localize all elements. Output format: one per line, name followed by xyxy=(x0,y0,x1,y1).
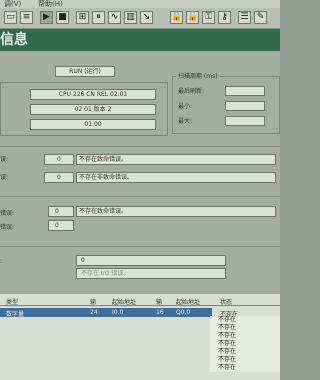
program-status-icon[interactable]: ⊞ xyxy=(76,11,89,24)
read-icon[interactable]: ☰ xyxy=(238,11,251,24)
header-status: 状态 xyxy=(220,299,233,306)
divider xyxy=(0,146,280,147)
scan-min-field xyxy=(225,101,265,111)
pause-icon[interactable]: ⏸ xyxy=(92,11,105,24)
header-input-size: 输 xyxy=(90,299,97,306)
page-title-bar: 信息 xyxy=(0,29,280,51)
nonfatal-error-message: 不存在非致命错误。 xyxy=(76,172,276,183)
stop-icon[interactable]: ■ xyxy=(56,11,69,24)
scan-last-label: 最后刷新: xyxy=(178,88,205,95)
last-fatal-label: 错误: xyxy=(0,210,15,217)
write-icon[interactable]: ✎ xyxy=(254,11,267,24)
lock-icon[interactable]: 🔒 xyxy=(170,11,183,24)
status-cell: 不存在 xyxy=(210,324,280,332)
total-fatal-label: 错误: xyxy=(0,224,15,231)
scan-min-label: 最小: xyxy=(178,103,193,110)
chart-icon[interactable]: ▥ xyxy=(124,11,137,24)
window-icon[interactable]: ▭ xyxy=(4,11,17,24)
menu-item-debug[interactable]: 调(V) xyxy=(4,0,21,8)
run-mode-field: RUN (运行) xyxy=(55,66,115,77)
status-cell: 不存在 xyxy=(210,364,280,372)
nonfatal-error-label: 误: xyxy=(0,174,9,181)
status-cell: 不存在 xyxy=(210,316,280,324)
header-output-address: 起始地址 xyxy=(176,299,201,306)
io-error-label: : xyxy=(0,258,3,265)
scan-cycle-title: 扫描周期 (ms) xyxy=(176,73,220,81)
io-error-message: 不存在 I/O 错误。 xyxy=(76,268,226,279)
trend-icon[interactable]: ∿ xyxy=(108,11,121,24)
step-icon[interactable]: ↘ xyxy=(140,11,153,24)
io-error-count: 0 xyxy=(76,255,226,266)
list-icon[interactable]: ≡ xyxy=(20,11,33,24)
last-fatal-count: 0 xyxy=(48,206,74,217)
cell-output-address: Q0.0 xyxy=(176,309,191,316)
status-column: 不存在 不存在 不存在 不存在 不存在 不存在 不存在 xyxy=(210,316,280,372)
cpu-model-field: CPU 226 CN REL 02.01 xyxy=(30,89,156,100)
toolbar: ▭ ≡ ▶ ■ ⊞ ⏸ ∿ ▥ ↘ 🔒 🔓 ⚿ ⚷ ☰ ✎ xyxy=(0,8,280,29)
last-fatal-message: 不存在致命错误。 xyxy=(76,206,276,217)
scan-max-label: 最大: xyxy=(178,118,193,125)
cell-input-address: I0.0 xyxy=(112,309,124,316)
status-cell: 不存在 xyxy=(210,332,280,340)
cell-type: 数字量 xyxy=(6,311,25,318)
cpu-subversion-field: 01.00 xyxy=(30,119,156,130)
menu-item-help[interactable]: 帮助(H) xyxy=(38,0,63,8)
divider xyxy=(0,246,280,247)
scan-last-field xyxy=(225,86,265,96)
status-cell: 不存在 xyxy=(210,356,280,364)
menu-bar: 调(V) 帮助(H) xyxy=(0,0,280,8)
unforce-icon[interactable]: ⚷ xyxy=(218,11,231,24)
header-input-address: 起始地址 xyxy=(112,299,137,306)
nonfatal-error-count: 0 xyxy=(44,172,74,183)
fatal-error-message: 不存在致命错误。 xyxy=(76,154,276,165)
unlock-icon[interactable]: 🔓 xyxy=(186,11,199,24)
table-header-divider xyxy=(0,305,280,306)
total-fatal-count: 0 xyxy=(48,220,74,231)
cell-input-size: 24 xyxy=(90,309,98,316)
scan-max-field xyxy=(225,116,265,126)
fatal-error-label: 误: xyxy=(0,156,9,163)
divider xyxy=(0,196,280,197)
header-type: 类型 xyxy=(6,299,19,306)
page-title: 信息 xyxy=(0,32,28,48)
force-icon[interactable]: ⚿ xyxy=(202,11,215,24)
fatal-error-count: 0 xyxy=(44,154,74,165)
status-cell: 不存在 xyxy=(210,348,280,356)
status-cell: 不存在 xyxy=(210,340,280,348)
cpu-version-field: 02 01 版本 2 xyxy=(30,104,156,115)
cell-output-size: 16 xyxy=(156,309,164,316)
run-icon[interactable]: ▶ xyxy=(40,11,53,24)
header-output-size: 输 xyxy=(156,299,163,306)
